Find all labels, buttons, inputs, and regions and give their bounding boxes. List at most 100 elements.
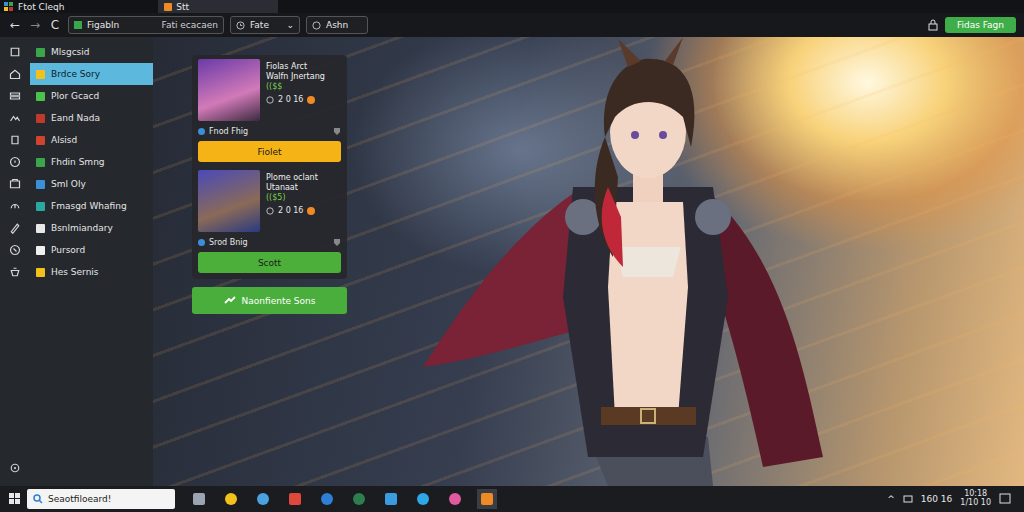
taskbar-app[interactable] <box>477 489 497 509</box>
search-icon <box>312 21 321 30</box>
notification-icon[interactable] <box>999 493 1011 505</box>
clock-line: 10:18 <box>964 490 987 499</box>
sidebar-item[interactable]: Brdce Sory <box>0 63 153 85</box>
taskbar-app[interactable] <box>285 489 305 509</box>
taskbar-app[interactable] <box>381 489 401 509</box>
user-icon <box>198 128 205 135</box>
title-bar: Ftot Cleqh Stt <box>0 0 1024 13</box>
taskbar-app[interactable] <box>349 489 369 509</box>
game-stats: 2 0 16 <box>266 206 318 216</box>
game-card[interactable]: Plome oclant Utanaat (($5) 2 0 16 Srod B… <box>198 170 341 273</box>
address-field[interactable]: Figabln Fati ecacaen <box>68 16 224 34</box>
game-thumbnail <box>198 59 260 121</box>
stats-text: 2 0 16 <box>278 95 303 105</box>
clock[interactable]: 10:181/10 10 <box>960 490 991 508</box>
app-icon <box>255 491 271 507</box>
play-button[interactable]: Scott <box>198 252 341 273</box>
game-thumbnail <box>198 170 260 232</box>
app-logo-icon <box>4 2 14 12</box>
sidebar-item[interactable]: Pursord <box>0 239 153 261</box>
coin-icon <box>307 96 315 104</box>
sidebar-item[interactable]: Fhdin Smng <box>0 151 153 173</box>
game-title: Plome oclant <box>266 173 318 183</box>
taskbar-app[interactable] <box>253 489 273 509</box>
search-icon <box>33 494 43 504</box>
game-list-panel: Fiolas Arct Walfn Jnertang (($$ 2 0 16 F… <box>192 55 347 279</box>
tray-expand[interactable]: ^ <box>887 494 895 504</box>
sidebar-item-icon <box>9 266 21 278</box>
link-icon <box>224 296 236 306</box>
start-icon[interactable] <box>9 493 21 505</box>
sidebar-item-icon <box>9 90 21 102</box>
taskbar-search[interactable]: Seaotfiloeard! <box>27 489 175 509</box>
sidebar-item-icon <box>9 178 21 190</box>
action-button[interactable]: Fidas Fagn <box>945 17 1016 33</box>
app-icon <box>319 491 335 507</box>
sidebar-item[interactable]: Sml Oly <box>0 173 153 195</box>
owner-name: Fnod Fhig <box>209 127 248 136</box>
game-card[interactable]: Fiolas Arct Walfn Jnertang (($$ 2 0 16 F… <box>198 59 341 162</box>
sidebar-item[interactable]: Bsnlmiandary <box>0 217 153 239</box>
app-window: Ftot Cleqh Stt ← → C Figabln Fati ecacae… <box>0 0 1024 512</box>
taskbar-app[interactable] <box>189 489 209 509</box>
sidebar: Mlsgcsid Brdce Sory Plor Gcacd Eand Nada… <box>0 37 153 486</box>
app-icon <box>479 491 495 507</box>
main-action-button[interactable]: Naonfiente Sons <box>192 287 347 314</box>
taskbar-app[interactable] <box>445 489 465 509</box>
forward-button[interactable]: → <box>28 18 42 32</box>
sidebar-item[interactable]: Mlsgcsid <box>0 41 153 63</box>
sidebar-item[interactable]: Plor Gcacd <box>0 85 153 107</box>
game-tag: (($$ <box>266 82 325 92</box>
category-color <box>36 136 45 145</box>
hero-banner: Fiolas Arct Walfn Jnertang (($$ 2 0 16 F… <box>153 37 1024 486</box>
search-field[interactable]: Ashn <box>306 16 368 34</box>
browser-tab[interactable]: Stt <box>158 0 278 13</box>
tab-favicon-icon <box>164 3 172 11</box>
category-color <box>36 224 45 233</box>
taskbar-search-text: Seaotfiloeard! <box>48 494 111 504</box>
category-color <box>36 48 45 57</box>
taskbar-app[interactable] <box>317 489 337 509</box>
lock-icon[interactable] <box>927 19 939 31</box>
taskbar: Seaotfiloeard! ^ 160 16 10:181/10 10 <box>0 486 1024 512</box>
category-color <box>36 246 45 255</box>
play-button[interactable]: Fiolet <box>198 141 341 162</box>
category-color <box>36 202 45 211</box>
taskbar-app[interactable] <box>221 489 241 509</box>
character-art <box>383 37 903 486</box>
address-text: Figabln <box>87 20 119 30</box>
app-icon <box>383 491 399 507</box>
back-button[interactable]: ← <box>8 18 22 32</box>
sidebar-item[interactable]: Eand Nada <box>0 107 153 129</box>
category-color <box>36 268 45 277</box>
game-title: Fiolas Arct <box>266 62 325 72</box>
sidebar-item-icon <box>9 200 21 212</box>
system-tray: ^ 160 16 10:181/10 10 <box>887 490 1015 508</box>
sidebar-item-label: Mlsgcsid <box>51 47 90 57</box>
refresh-button[interactable]: C <box>48 18 62 32</box>
taskbar-app[interactable] <box>413 489 433 509</box>
app-icon <box>447 491 463 507</box>
game-stats: 2 0 16 <box>266 95 325 105</box>
sidebar-item-icon <box>9 222 21 234</box>
site-icon <box>74 21 82 29</box>
sidebar-item-label: Fmasgd Whafing <box>51 201 127 211</box>
shield-icon <box>333 238 341 247</box>
filter-dropdown[interactable]: Fate ⌄ <box>230 16 300 34</box>
sidebar-item-icon <box>9 156 21 168</box>
settings-icon[interactable] <box>9 462 21 474</box>
app-icon <box>287 491 303 507</box>
sidebar-item-label: Alsisd <box>51 135 77 145</box>
network-icon[interactable] <box>903 494 913 504</box>
sidebar-item-label: Pursord <box>51 245 85 255</box>
sidebar-item[interactable]: Fmasgd Whafing <box>0 195 153 217</box>
taskbar-apps <box>189 489 497 509</box>
user-icon <box>198 239 205 246</box>
sidebar-item[interactable]: Hes Sernis <box>0 261 153 283</box>
sidebar-item[interactable]: Alsisd <box>0 129 153 151</box>
owner-row: Fnod Fhig <box>198 124 341 138</box>
sidebar-item-icon <box>9 68 21 80</box>
search-text: Ashn <box>326 20 348 30</box>
tab-label: Stt <box>176 2 189 12</box>
sidebar-item-label: Fhdin Smng <box>51 157 105 167</box>
